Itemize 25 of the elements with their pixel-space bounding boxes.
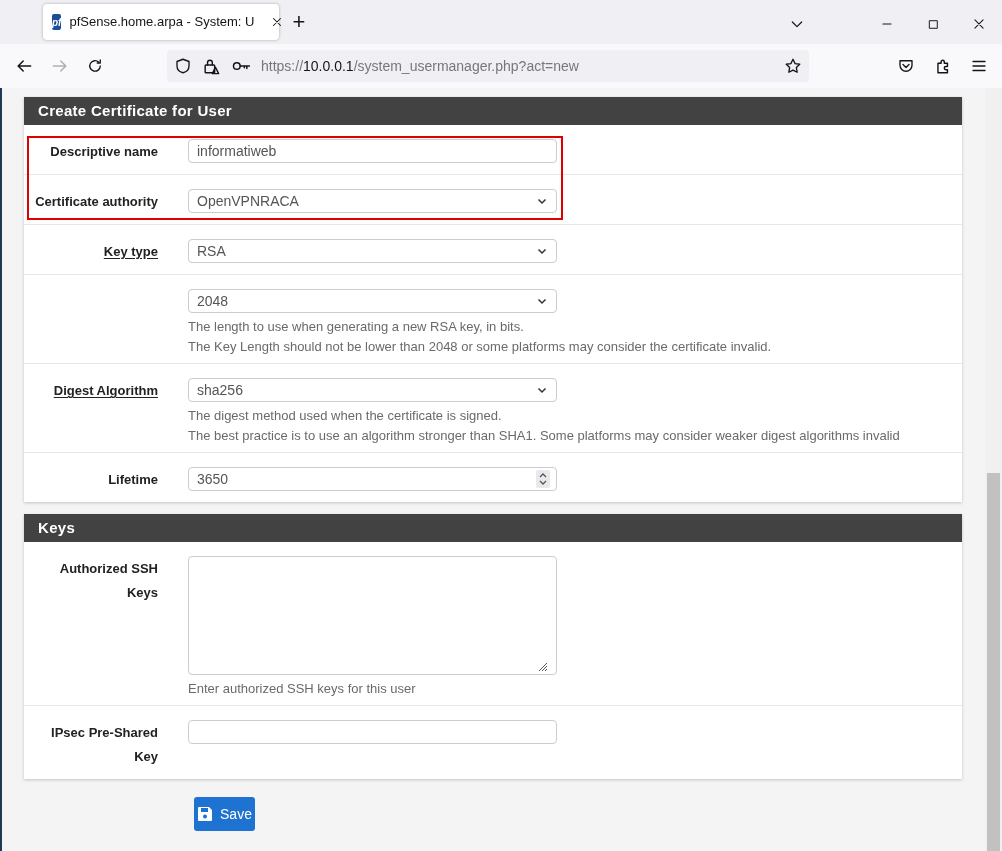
field-label[interactable]: Digest Algorithm (53, 383, 158, 398)
dropdown[interactable]: sha256 (188, 378, 557, 402)
text-field[interactable]: informatiweb (188, 139, 557, 163)
address-bar[interactable]: https://10.0.0.1/system_usermanager.php?act=new (167, 50, 809, 82)
help-text: The best practice is to use an algorithm stronger than SHA1. Some platforms may consider weaker digest algorithms invalid (188, 427, 901, 445)
panel-heading: Create Certificate for User (24, 97, 962, 125)
field-label: IPsec Pre-Shared Key (51, 725, 158, 764)
field-label: Lifetime (108, 472, 158, 487)
dropdown[interactable]: 2048 (188, 289, 557, 313)
panel-heading: Keys (24, 514, 962, 542)
number-field[interactable]: 3650 (188, 467, 557, 491)
help-text: The length to use when generating a new RSA key, in bits. (188, 318, 525, 336)
url-text: https://10.0.0.1/system_usermanager.php?act=new (261, 56, 580, 76)
new-tab-button[interactable]: + (285, 8, 313, 36)
tab-title: pfSense.home.arpa - System: U (69, 13, 255, 32)
field-label: Authorized SSH Keys (59, 561, 158, 600)
field-label: Descriptive name (50, 144, 158, 159)
field-label: Certificate authority (35, 194, 158, 209)
help-text: The digest method used when the certificate is signed. (188, 407, 503, 425)
save-button[interactable]: Save (194, 797, 255, 831)
help-text: Enter authorized SSH keys for this user (188, 680, 417, 698)
help-text: The Key Length should not be lower than 2048 or some platforms may consider the certificate invalid. (188, 338, 773, 356)
dropdown[interactable]: OpenVPNRACA (188, 189, 557, 213)
dropdown[interactable]: RSA (188, 239, 557, 263)
field-label[interactable]: Key type (103, 244, 158, 259)
